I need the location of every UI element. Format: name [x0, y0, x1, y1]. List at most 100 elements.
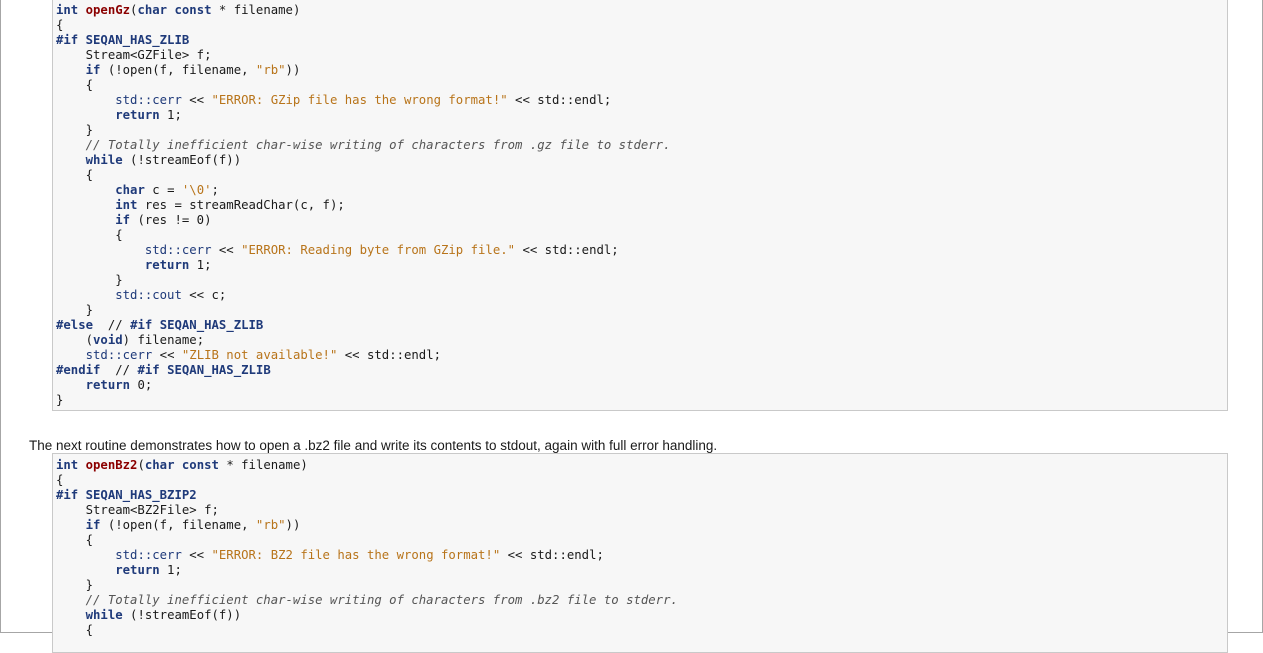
code-token-pp: #if — [56, 33, 79, 47]
code-token-kw: return — [115, 563, 160, 577]
code-block-openbz2: int openBz2(char const * filename){#if S… — [52, 453, 1228, 653]
code-line: { — [56, 78, 671, 93]
code-token-plain: { — [56, 168, 94, 182]
code-line: while (!streamEof(f)) — [56, 608, 678, 623]
code-token-fn: openBz2 — [85, 458, 138, 472]
code-line: std::cerr << "ERROR: Reading byte from G… — [56, 243, 671, 258]
code-lines: int openGz(char const * filename) { #if SE… — [56, 3, 671, 408]
code-line: std::cerr << "ZLIB not available!" << st… — [56, 348, 671, 363]
code-token-str: "rb" — [255, 518, 286, 532]
code-line: if (!open(f, filename, "rb")) — [56, 63, 671, 78]
code-token-plain: (!open(f, filename, — [100, 518, 256, 532]
code-token-plain: { — [56, 533, 94, 547]
code-token-kw: char — [144, 458, 175, 472]
code-token-plain: ; — [211, 183, 219, 197]
code-line: #if SEQAN_HAS_BZIP2 — [56, 488, 678, 503]
code-token-plain: 1; — [189, 258, 212, 272]
code-line: return 0; — [56, 378, 671, 393]
code-token-plain: ) filename; — [122, 333, 205, 347]
code-token-plain: ( — [56, 333, 94, 347]
code-token-str: "ERROR: BZ2 file has the wrong format!" — [211, 548, 501, 562]
code-line: while (!streamEof(f)) — [56, 153, 671, 168]
code-token-plain: Stream<BZ2File> f; — [56, 503, 219, 517]
code-line: { — [56, 168, 671, 183]
code-line: int openGz(char const * filename) — [56, 3, 671, 18]
code-token-plain: (!streamEof(f)) — [122, 608, 242, 622]
code-token-pp: #if — [130, 318, 153, 332]
code-token-str: "ZLIB not available!" — [181, 348, 338, 362]
code-token-kw: if — [85, 518, 101, 532]
description-paragraph: The next routine demonstrates how to ope… — [29, 437, 718, 453]
code-line: } — [56, 273, 671, 288]
code-token-plain: { — [56, 623, 94, 637]
code-token-plain: // — [100, 363, 138, 377]
code-token-kw: return — [144, 258, 190, 272]
code-line: { — [56, 228, 671, 243]
code-line: (void) filename; — [56, 333, 671, 348]
code-token-plain: } — [56, 273, 123, 287]
code-token-pp: SEQAN_HAS_BZIP2 — [85, 488, 197, 502]
code-token-kw: int — [115, 198, 138, 212]
code-token-plain: << — [211, 243, 242, 257]
code-token-kw: int — [56, 458, 79, 472]
code-token-plain: } — [56, 303, 94, 317]
code-token-kw: const — [174, 3, 212, 17]
code-token-plain: ( — [137, 458, 145, 472]
code-line: char c = '\0'; — [56, 183, 671, 198]
code-token-ns: std::cerr — [115, 548, 182, 562]
code-token-pp: #if — [137, 363, 160, 377]
code-line: std::cout << c; — [56, 288, 671, 303]
code-line: Stream<BZ2File> f; — [56, 503, 678, 518]
code-line: } — [56, 303, 671, 318]
code-line: int openBz2(char const * filename) — [56, 458, 678, 473]
code-token-plain: // — [93, 318, 131, 332]
code-token-str: "rb" — [255, 63, 286, 77]
code-token-plain: c = — [144, 183, 182, 197]
code-token-plain: (res != 0) — [130, 213, 212, 227]
code-token-pp: #if — [56, 488, 79, 502]
code-token-ns: std::cerr — [144, 243, 212, 257]
code-line: { — [56, 623, 678, 638]
code-token-pp: SEQAN_HAS_ZLIB — [167, 363, 271, 377]
code-token-kw: if — [115, 213, 131, 227]
code-line: return 1; — [56, 258, 671, 273]
code-token-kw: while — [85, 153, 123, 167]
code-token-kw: while — [85, 608, 123, 622]
code-token-plain: } — [56, 393, 64, 407]
code-token-str: "ERROR: GZip file has the wrong format!" — [211, 93, 508, 107]
code-line: } — [56, 578, 678, 593]
code-line: { — [56, 473, 678, 488]
code-token-kw: char — [137, 3, 168, 17]
code-token-kw: void — [93, 333, 123, 347]
code-line: if (res != 0) — [56, 213, 671, 228]
code-line: std::cerr << "ERROR: GZip file has the w… — [56, 93, 671, 108]
code-line: // Totally inefficient char-wise writing… — [56, 138, 671, 153]
code-line: #if SEQAN_HAS_ZLIB — [56, 33, 671, 48]
code-lines: int openBz2(char const * filename){#if S… — [56, 458, 678, 638]
code-token-pp: #else — [56, 318, 94, 332]
code-token-plain: 0; — [130, 378, 153, 392]
code-token-plain: )) — [285, 518, 301, 532]
code-token-kw: return — [115, 108, 160, 122]
code-line: #endif // #if SEQAN_HAS_ZLIB — [56, 363, 671, 378]
code-token-plain: << std::endl; — [337, 348, 442, 362]
code-token-plain: << std::endl; — [515, 243, 619, 257]
code-token-plain: } — [56, 578, 94, 592]
code-token-plain: << std::endl; — [500, 548, 604, 562]
code-line: int res = streamReadChar(c, f); — [56, 198, 671, 213]
